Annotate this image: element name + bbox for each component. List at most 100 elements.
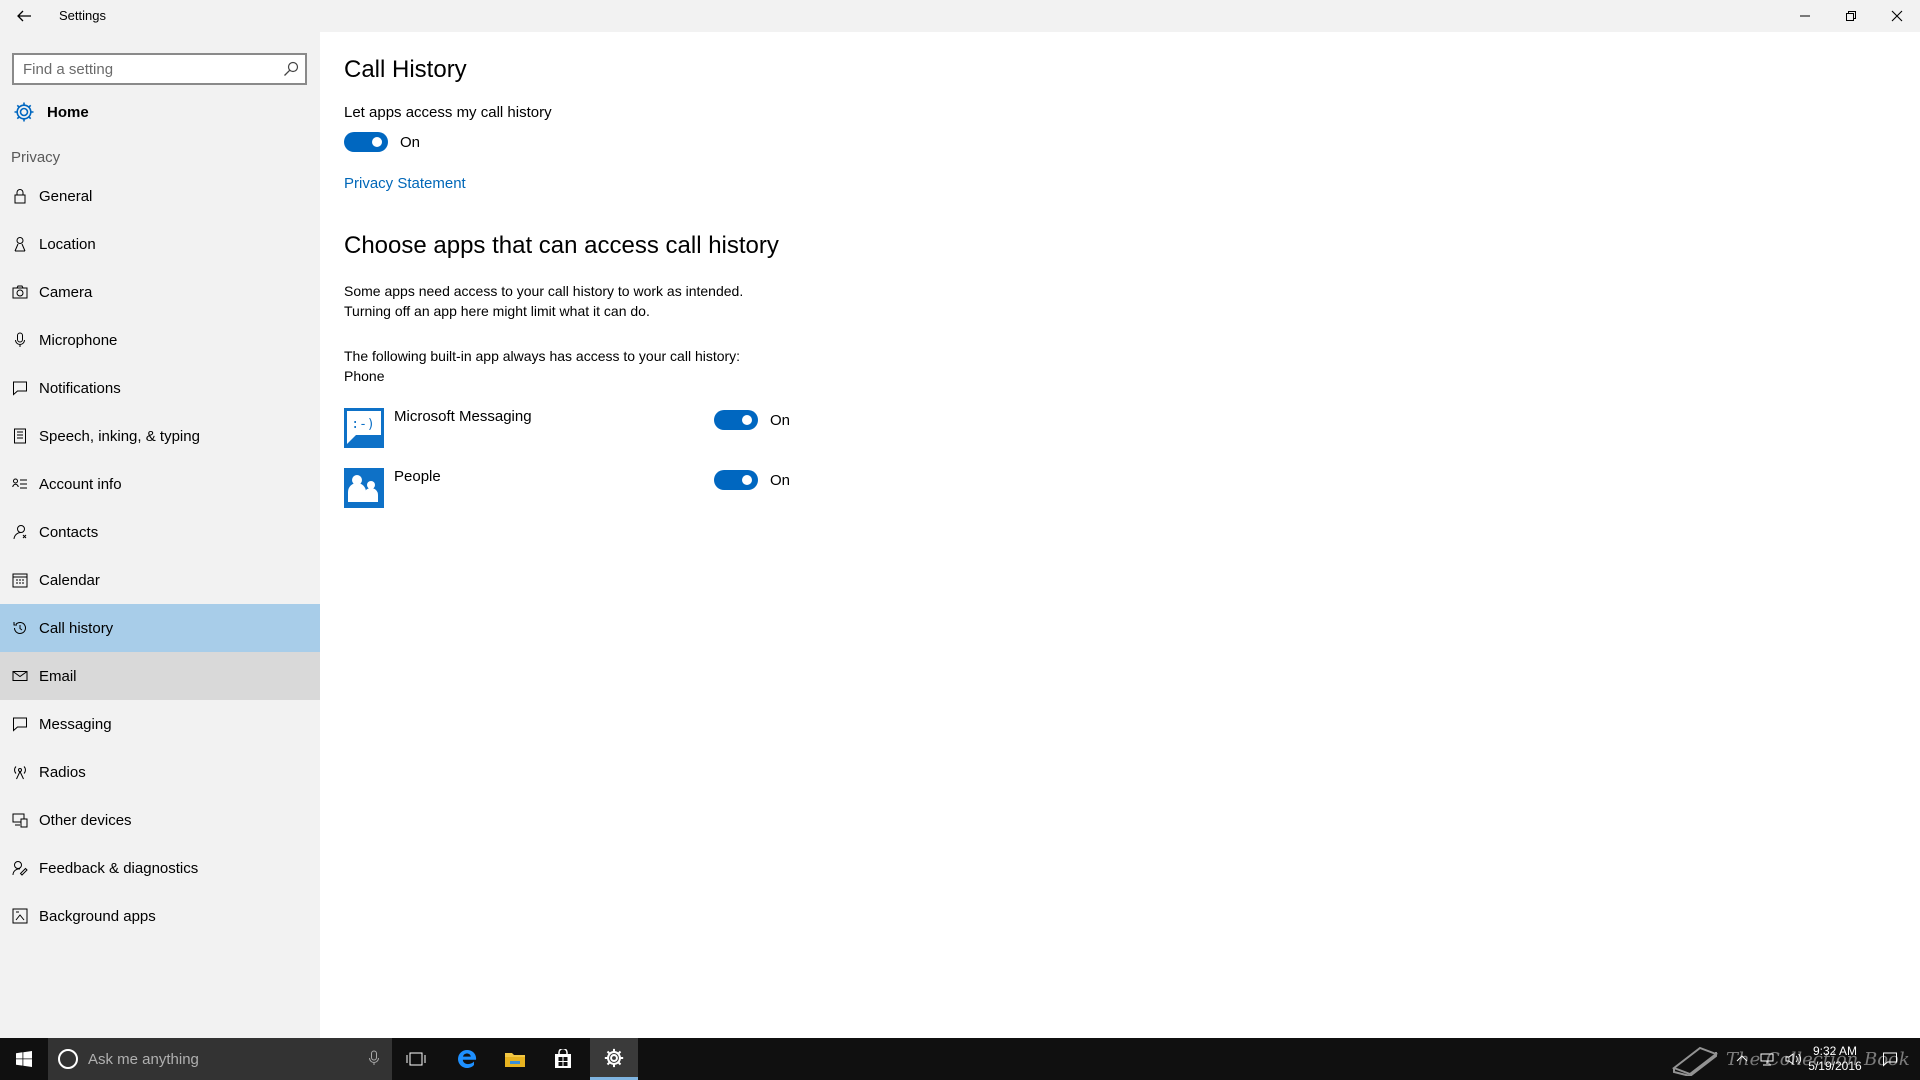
taskbar: Ask me anything 9:32 AM 5/19/2016 — [0, 1038, 1920, 1080]
email-icon — [12, 671, 28, 681]
section-title: Choose apps that can access call history — [344, 232, 779, 259]
sidebar-item-notifications[interactable]: Notifications — [0, 364, 320, 412]
call-history-access-toggle[interactable] — [344, 132, 388, 152]
watermark-text: The Collection Book — [1726, 1048, 1910, 1070]
sidebar-item-messaging[interactable]: Messaging — [0, 700, 320, 748]
file-explorer-button[interactable] — [491, 1038, 539, 1080]
account-info-icon — [12, 478, 27, 489]
description-line: Some apps need access to your call histo… — [344, 283, 744, 299]
maximize-button[interactable] — [1828, 0, 1874, 32]
sidebar-item-label: Contacts — [39, 523, 99, 541]
window-title: Settings — [59, 8, 106, 23]
lock-icon — [14, 189, 26, 204]
description-line: Turning off an app here might limit what… — [344, 303, 650, 319]
messaging-icon — [13, 717, 27, 732]
messaging-app-icon: :-) — [344, 408, 384, 448]
sidebar-item-label: Camera — [39, 283, 93, 301]
people-app-icon — [344, 468, 384, 508]
sidebar-item-other-devices[interactable]: Other devices — [0, 796, 320, 844]
edge-button[interactable] — [443, 1038, 491, 1080]
app-toggle-row: On — [714, 410, 790, 430]
sidebar-item-microphone[interactable]: Microphone — [0, 316, 320, 364]
sidebar-item-label: Feedback & diagnostics — [39, 859, 199, 877]
sidebar-item-radios[interactable]: Radios — [0, 748, 320, 796]
camera-icon — [12, 285, 28, 299]
sidebar-item-calendar[interactable]: Calendar — [0, 556, 320, 604]
toggle-state-label: On — [770, 411, 791, 429]
call-history-icon — [13, 622, 26, 634]
app-row-microsoft-messaging: :-) Microsoft Messaging On — [344, 408, 804, 450]
contacts-icon — [13, 525, 27, 540]
sidebar-item-location[interactable]: Location — [0, 220, 320, 268]
sidebar-item-speech[interactable]: Speech, inking, & typing — [0, 412, 320, 460]
sidebar-item-email[interactable]: Email — [0, 652, 320, 700]
sidebar-item-feedback[interactable]: Feedback & diagnostics — [0, 844, 320, 892]
windows-logo-icon — [16, 1051, 32, 1067]
app-name: Microsoft Messaging — [394, 408, 532, 425]
sidebar-item-label: Messaging — [39, 715, 112, 733]
microsoft-messaging-toggle[interactable] — [714, 410, 758, 430]
book-icon — [1671, 1046, 1719, 1076]
sidebar-item-label: Microphone — [39, 331, 118, 349]
search-box[interactable] — [12, 53, 307, 85]
sidebar-item-account-info[interactable]: Account info — [0, 460, 320, 508]
call-history-access-toggle-row: On — [344, 132, 420, 152]
privacy-nav: General Location Camera Microphone Notif… — [0, 172, 320, 940]
radios-icon — [14, 766, 26, 780]
start-button[interactable] — [0, 1038, 48, 1080]
sidebar-item-general[interactable]: General — [0, 172, 320, 220]
home-link[interactable]: Home — [12, 96, 89, 128]
sidebar-item-label: Account info — [39, 475, 122, 493]
microphone-icon[interactable] — [368, 1050, 380, 1066]
feedback-icon — [12, 861, 28, 876]
main-content: Call History Let apps access my call his… — [320, 32, 1920, 1038]
sidebar-item-label: Notifications — [39, 379, 121, 397]
watermark: The Collection Book — [1670, 1040, 1910, 1078]
sidebar-item-call-history[interactable]: Call history — [0, 604, 320, 652]
toggle-state-label: On — [770, 471, 791, 489]
back-arrow-icon — [17, 10, 31, 22]
minimize-button[interactable] — [1782, 0, 1828, 32]
calendar-icon — [12, 573, 28, 588]
sidebar-item-background-apps[interactable]: Background apps — [0, 892, 320, 940]
sidebar-item-label: Call history — [39, 619, 114, 637]
sidebar-item-camera[interactable]: Camera — [0, 268, 320, 316]
sidebar-item-label: Other devices — [39, 811, 132, 829]
close-icon — [1891, 10, 1903, 22]
builtin-line: The following built-in app always has ac… — [344, 348, 741, 364]
privacy-statement-link[interactable]: Privacy Statement — [344, 175, 466, 192]
app-toggle-row: On — [714, 470, 790, 490]
sidebar-item-label: Calendar — [39, 571, 100, 589]
cortana-search-placeholder: Ask me anything — [88, 1050, 199, 1068]
home-label: Home — [47, 103, 89, 121]
gear-icon — [604, 1048, 624, 1067]
cortana-search-box[interactable]: Ask me anything — [48, 1038, 392, 1080]
other-devices-icon — [12, 813, 28, 828]
sidebar-item-label: Background apps — [39, 907, 156, 925]
search-input[interactable] — [23, 55, 273, 83]
gear-icon — [14, 102, 34, 122]
sidebar-item-label: General — [39, 187, 93, 205]
close-button[interactable] — [1874, 0, 1920, 32]
store-button[interactable] — [539, 1038, 587, 1080]
background-apps-icon — [12, 908, 28, 924]
edge-icon — [458, 1050, 477, 1068]
toggle-state-label: On — [400, 133, 421, 151]
description-text: Some apps need access to your call histo… — [344, 281, 743, 321]
task-view-icon — [406, 1052, 426, 1066]
location-icon — [14, 237, 26, 252]
app-row-people: People On — [344, 468, 804, 510]
settings-taskbar-button[interactable] — [590, 1038, 638, 1080]
speech-icon — [14, 428, 26, 444]
maximize-icon — [1846, 11, 1856, 21]
sidebar-item-label: Speech, inking, & typing — [39, 427, 200, 445]
people-toggle[interactable] — [714, 470, 758, 490]
search-icon[interactable] — [283, 61, 299, 77]
sidebar-item-contacts[interactable]: Contacts — [0, 508, 320, 556]
messaging-app-icon-text: :-) — [351, 417, 374, 432]
page-title: Call History — [344, 56, 467, 83]
folder-icon — [505, 1053, 525, 1067]
title-bar: Settings — [0, 0, 1920, 32]
task-view-button[interactable] — [392, 1038, 440, 1080]
back-button[interactable] — [8, 0, 40, 32]
